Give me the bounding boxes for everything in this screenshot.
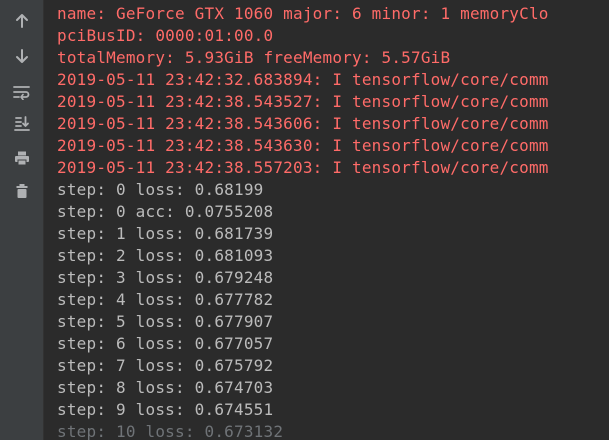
trash-icon [16, 184, 28, 198]
console-toolbar [0, 0, 44, 440]
up-stack-frame-button[interactable] [7, 8, 37, 34]
stdout-line: step: 0 acc: 0.0755208 [57, 202, 274, 221]
stdout-line: step: 0 loss: 0.68199 [57, 180, 264, 199]
arrow-down-icon [16, 49, 28, 63]
stdout-line: step: 3 loss: 0.679248 [57, 268, 274, 287]
print-icon [15, 151, 29, 166]
stdout-line: step: 5 loss: 0.677907 [57, 312, 274, 331]
stdout-line: step: 7 loss: 0.675792 [57, 356, 274, 375]
stdout-line: step: 9 loss: 0.674551 [57, 400, 274, 419]
soft-wrap-icon [13, 86, 30, 100]
clear-all-button[interactable] [7, 178, 37, 204]
down-stack-frame-button[interactable] [7, 43, 37, 69]
stderr-line: 2019-05-11 23:42:32.683894: I tensorflow… [57, 70, 549, 89]
stderr-line: 2019-05-11 23:42:38.543630: I tensorflow… [57, 136, 549, 155]
scroll-to-end-button[interactable] [7, 110, 37, 136]
stdout-line: step: 6 loss: 0.677057 [57, 334, 274, 353]
scroll-to-end-icon [14, 116, 30, 131]
stderr-line: name: GeForce GTX 1060 major: 6 minor: 1… [57, 4, 549, 23]
console-output[interactable]: name: GeForce GTX 1060 major: 6 minor: 1… [57, 0, 609, 440]
stderr-line: 2019-05-11 23:42:38.557203: I tensorflow… [57, 158, 549, 177]
soft-wrap-button[interactable] [7, 79, 37, 105]
arrow-up-icon [16, 14, 28, 28]
run-console-window: name: GeForce GTX 1060 major: 6 minor: 1… [0, 0, 609, 440]
print-button[interactable] [7, 145, 37, 171]
stdout-line: step: 2 loss: 0.681093 [57, 246, 274, 265]
stderr-line: pciBusID: 0000:01:00.0 [57, 26, 274, 45]
stderr-line: 2019-05-11 23:42:38.543606: I tensorflow… [57, 114, 549, 133]
stderr-line: totalMemory: 5.93GiB freeMemory: 5.57GiB [57, 48, 451, 67]
stdout-line: step: 10 loss: 0.673132 [57, 422, 284, 440]
stdout-line: step: 4 loss: 0.677782 [57, 290, 274, 309]
stdout-line: step: 1 loss: 0.681739 [57, 224, 274, 243]
stderr-line: 2019-05-11 23:42:38.543527: I tensorflow… [57, 92, 549, 111]
stdout-line: step: 8 loss: 0.674703 [57, 378, 274, 397]
